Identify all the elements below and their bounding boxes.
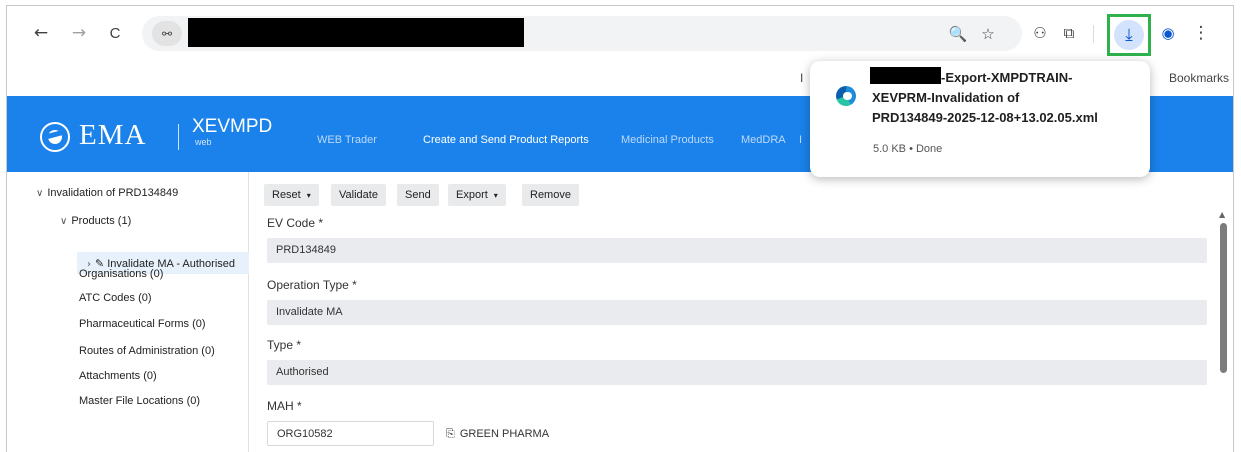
browser-window: ← → C ⚯ 🔍 ☆ ⚇ ⧉ ⤓ ◉ ⋮ I Bookmarks EMA XE… — [6, 5, 1234, 452]
zoom-icon[interactable]: 🔍 — [948, 24, 968, 44]
tree-item-atc-codes[interactable]: ATC Codes (0) — [79, 292, 152, 304]
nav-medicinal-products[interactable]: Medicinal Products — [621, 134, 714, 146]
tree-item-label: Pharmaceutical Forms (0) — [79, 318, 206, 330]
site-info-icon[interactable]: ⚯ — [152, 21, 182, 46]
ema-brand: EMA — [79, 119, 147, 151]
tree-item-label: Organisations (0) — [79, 268, 164, 280]
scroll-up-icon[interactable]: ▲ — [1219, 210, 1225, 219]
extension-icon[interactable]: ⚇ — [1029, 22, 1051, 44]
chevron-down-icon[interactable]: ∨ — [60, 216, 67, 227]
chevron-down-icon[interactable]: ∨ — [36, 188, 43, 199]
nav-web-trader[interactable]: WEB Trader — [317, 134, 377, 146]
download-status: 5.0 KB • Done — [873, 143, 943, 155]
nav-create-send-reports[interactable]: Create and Send Product Reports — [423, 134, 589, 146]
tree-item-label: Routes of Administration (0) — [79, 345, 215, 357]
tree-item-master-file-locations[interactable]: Master File Locations (0) — [79, 395, 200, 407]
edge-file-icon — [836, 86, 856, 106]
remove-label: Remove — [530, 189, 571, 201]
caret-down-icon: ▾ — [493, 190, 498, 200]
toolbar-divider — [1093, 25, 1094, 43]
caret-down-icon: ▾ — [306, 190, 311, 200]
brand-divider — [178, 124, 179, 150]
nav-partial[interactable]: I — [799, 134, 802, 146]
reset-label: Reset — [272, 189, 301, 201]
bookmark-star-icon[interactable]: ☆ — [978, 24, 998, 44]
export-button[interactable]: Export ▾ — [448, 184, 506, 206]
validate-label: Validate — [339, 189, 378, 201]
type-label: Type * — [267, 338, 302, 352]
back-icon[interactable]: ← — [29, 21, 53, 45]
report-tree: ∨ Invalidation of PRD134849 ∨ Products (1)… — [7, 172, 249, 452]
export-label: Export — [456, 189, 488, 201]
browser-toolbar: ← → C ⚯ 🔍 ☆ ⚇ ⧉ ⤓ ◉ ⋮ — [7, 6, 1233, 62]
clipboard-icon[interactable]: ⎘ — [446, 427, 455, 440]
operation-type-field[interactable]: Invalidate MA — [267, 300, 1207, 325]
page-scrollbar[interactable]: ▲ — [1218, 206, 1229, 452]
ema-logo-icon — [40, 122, 70, 152]
mah-label: MAH * — [267, 399, 302, 413]
app-subname: web — [195, 137, 212, 147]
address-bar[interactable]: ⚯ 🔍 ☆ — [142, 16, 1022, 51]
tree-item-routes[interactable]: Routes of Administration (0) — [79, 345, 215, 357]
mah-organisation: ⎘ GREEN PHARMA — [446, 427, 549, 441]
type-field[interactable]: Authorised — [267, 360, 1207, 385]
send-button[interactable]: Send — [397, 184, 439, 206]
tree-root-label: Invalidation of PRD134849 — [47, 187, 179, 199]
send-label: Send — [405, 189, 431, 201]
bookmark-partial[interactable]: I — [800, 71, 803, 85]
tree-item-label: Attachments (0) — [79, 370, 157, 382]
validate-button[interactable]: Validate — [331, 184, 386, 206]
all-bookmarks-label[interactable]: Bookmarks — [1169, 71, 1229, 85]
download-bubble: -Export-XMPDTRAIN- XEVPRM-Invalidation o… — [810, 61, 1150, 177]
tree-item-label: ATC Codes (0) — [79, 292, 152, 304]
downloads-button[interactable]: ⤓ — [1107, 14, 1151, 56]
tree-products[interactable]: ∨ Products (1) — [60, 215, 131, 227]
remove-button[interactable]: Remove — [522, 184, 579, 206]
tree-item-organisations[interactable]: Organisations (0) — [79, 268, 163, 280]
mah-field[interactable]: ORG10582 — [267, 421, 434, 446]
scroll-thumb[interactable] — [1220, 223, 1227, 373]
tree-item-attachments[interactable]: Attachments (0) — [79, 370, 157, 382]
download-filename[interactable]: -Export-XMPDTRAIN- XEVPRM-Invalidation o… — [872, 68, 1142, 128]
product-form: Reset ▾ Validate Send Export ▾ Remove EV C… — [250, 172, 1222, 452]
download-icon: ⤓ — [1125, 25, 1133, 45]
tree-item-pharmaceutical-forms[interactable]: Pharmaceutical Forms (0) — [79, 318, 206, 330]
filename-line-3: PRD134849-2025-12-08+13.02.05.xml — [872, 110, 1098, 125]
operation-type-label: Operation Type * — [267, 278, 357, 292]
ev-code-field[interactable]: PRD134849 — [267, 238, 1207, 263]
filename-line-1: -Export-XMPDTRAIN- — [941, 70, 1073, 85]
filename-line-2: XEVPRM-Invalidation of — [872, 90, 1020, 105]
ev-code-label: EV Code * — [267, 216, 324, 230]
reload-icon[interactable]: C — [103, 21, 127, 45]
profile-icon[interactable]: ◉ — [1157, 22, 1179, 44]
mah-name-label: GREEN PHARMA — [459, 428, 550, 440]
tree-products-label: Products (1) — [71, 215, 132, 227]
tree-root[interactable]: ∨ Invalidation of PRD134849 — [36, 187, 178, 199]
menu-icon[interactable]: ⋮ — [1190, 22, 1212, 44]
app-name: XEVMPD — [192, 116, 273, 137]
url-redacted — [188, 18, 524, 47]
forward-icon[interactable]: → — [67, 21, 91, 45]
nav-meddra[interactable]: MedDRA — [741, 134, 786, 146]
extensions-puzzle-icon[interactable]: ⧉ — [1058, 22, 1080, 44]
tree-item-label: Master File Locations (0) — [79, 395, 201, 407]
reset-button[interactable]: Reset ▾ — [264, 184, 319, 206]
